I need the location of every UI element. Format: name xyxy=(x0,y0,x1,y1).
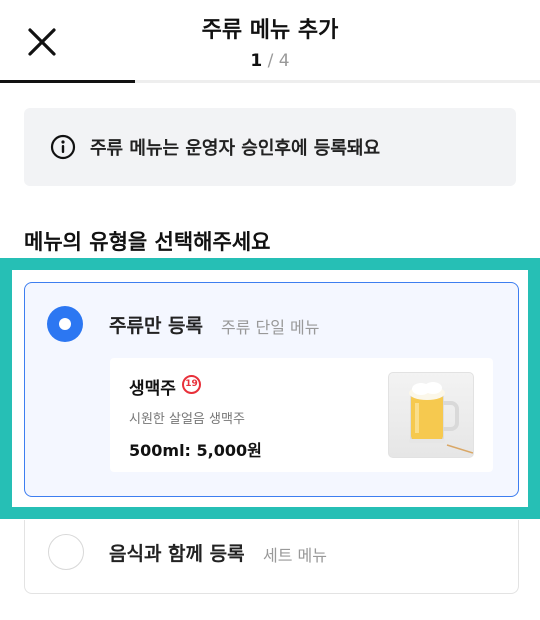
notice-text: 주류 메뉴는 운영자 승인후에 등록돼요 xyxy=(90,138,381,159)
beer-mug-image xyxy=(388,372,474,458)
age-19-badge: 19 xyxy=(182,375,201,394)
example-menu-name: 생맥주 xyxy=(129,379,176,399)
option-sub-with-food: 세트 메뉴 xyxy=(263,546,327,565)
radio-drink-only-selected[interactable] xyxy=(47,306,83,342)
section-title: 메뉴의 유형을 선택해주세요 xyxy=(24,230,271,254)
example-menu-description: 시원한 살얼음 생맥주 xyxy=(129,412,245,427)
example-menu-price: 500ml: 5,000원 xyxy=(129,441,262,460)
page-title: 주류 메뉴 추가 xyxy=(201,18,339,43)
info-icon xyxy=(50,134,76,160)
option-label-with-food: 음식과 함께 등록 xyxy=(109,543,245,565)
option-label-drink-only: 주류만 등록 xyxy=(109,315,204,337)
top-header: 주류 메뉴 추가 1 / 4 xyxy=(0,0,540,82)
approval-notice: 주류 메뉴는 운영자 승인후에 등록돼요 xyxy=(24,108,516,186)
progress-bar-fill xyxy=(0,80,135,83)
step-total: 4 xyxy=(278,51,290,71)
step-separator: / xyxy=(262,51,279,71)
step-current: 1 xyxy=(250,51,263,71)
step-indicator: 1 / 4 xyxy=(0,51,540,71)
radio-with-food[interactable] xyxy=(48,534,84,570)
option-sub-drink-only: 주류 단일 메뉴 xyxy=(221,318,320,337)
